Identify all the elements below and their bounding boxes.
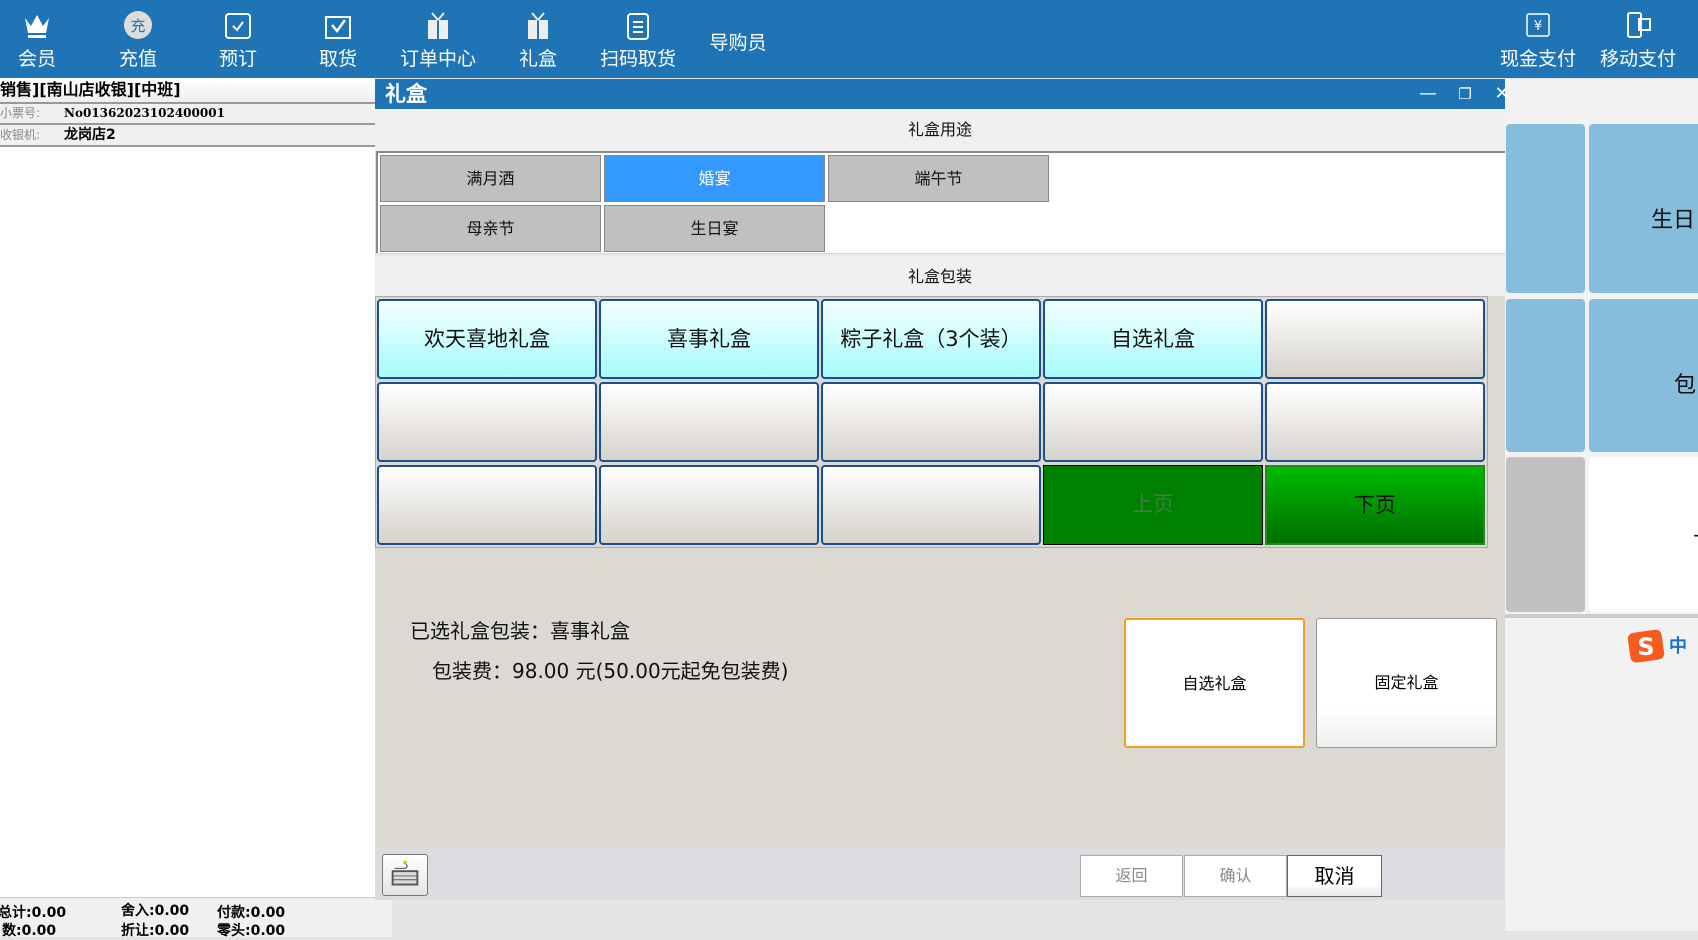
purpose-panel: 满月酒 婚宴 端午节 母亲节 生日宴 [376,151,1505,253]
bg-tile[interactable]: 下 [1589,457,1698,612]
toolbar-reserve[interactable]: 预订 [190,10,286,71]
gift-box-dialog: 礼盒 — ❐ ✕ 礼盒用途 满月酒 婚宴 端午节 母亲节 生日宴 礼盒包装 欢天… [375,79,1510,900]
package-button[interactable]: 自选礼盒 [1043,299,1263,379]
package-button-empty[interactable] [821,382,1041,462]
ticket-number: No01362023102400001 [64,106,225,120]
total: 总计:0.00 [0,905,67,921]
register-label: 收银机: [0,128,41,142]
cancel-button[interactable]: 取消 [1287,855,1382,897]
svg-text:充: 充 [130,17,145,35]
top-toolbar: 会员 充充值 预订 取货 订单中心 礼盒 扫码取货 导购员 ¥ 现金支付 移动支付 [0,0,1698,78]
toolbar-cash-pay[interactable]: ¥ 现金支付 [1490,10,1586,71]
bg-tile[interactable]: 生日 [1589,124,1698,293]
mobile-pay-icon [1627,12,1651,38]
next-page-button[interactable]: 下页 [1265,465,1485,545]
dialog-title: 礼盒 [375,79,1505,109]
confirm-button[interactable]: 确认 [1184,855,1287,897]
packaging-header: 礼盒包装 [375,254,1505,296]
rounding: 舍入:0.00 [121,903,190,919]
toolbar-mobile-pay[interactable]: 移动支付 [1590,10,1686,71]
paid: 付款:0.00 [217,905,286,921]
clipboard-icon [627,13,649,40]
toolbar-gift-box[interactable]: 礼盒 [490,10,586,71]
package-button-empty[interactable] [599,382,819,462]
package-button-empty[interactable] [1043,382,1263,462]
toolbar-guide[interactable]: 导购员 [690,28,786,55]
totals-bar: 总计:0.00 舍入:0.00 付款:0.00 数:0.00 折让:0.00 零… [0,897,392,939]
bg-tile[interactable] [1506,124,1585,293]
cash-icon: ¥ [1526,13,1550,37]
selected-package-text: 已选礼盒包装：喜事礼盒 [410,619,630,643]
ime-logo-icon[interactable]: S [1627,628,1667,664]
recharge-icon: 充 [124,11,152,39]
package-button-empty[interactable] [377,382,597,462]
bg-tile[interactable] [1506,299,1585,452]
custom-box-button[interactable]: 自选礼盒 [1124,618,1305,748]
purpose-button[interactable]: 生日宴 [604,205,825,252]
svg-text:S: S [1637,633,1654,661]
purpose-button[interactable]: 母亲节 [380,205,601,252]
packaging-grid: 欢天喜地礼盒 喜事礼盒 粽子礼盒（3个装） 自选礼盒 上页 下页 [375,296,1488,548]
package-button-empty[interactable] [1265,382,1485,462]
ticket-label: 小票号: [0,106,41,120]
keyboard-icon [391,860,419,886]
svg-text:¥: ¥ [1534,19,1542,34]
package-button[interactable]: 喜事礼盒 [599,299,819,379]
package-button[interactable]: 欢天喜地礼盒 [377,299,597,379]
register-value: 龙岗店2 [64,127,116,143]
purpose-button[interactable]: 满月酒 [380,155,601,202]
bg-tile[interactable]: 包 [1589,299,1698,452]
gift-icon [428,12,448,39]
toolbar-member[interactable]: 会员 [0,10,85,71]
purpose-button-selected[interactable]: 婚宴 [604,155,825,202]
package-button-empty[interactable] [821,465,1041,545]
minimize-icon[interactable]: — [1413,79,1443,109]
purpose-header: 礼盒用途 [375,109,1505,151]
package-button-empty[interactable] [377,465,597,545]
toolbar-recharge[interactable]: 充充值 [90,10,186,71]
keyboard-button[interactable] [382,854,428,896]
close-icon[interactable]: ✕ [1487,79,1517,109]
gift-icon [528,12,548,39]
crown-icon [25,15,49,38]
package-fee-text: 包装费：98.00 元(50.00元起免包装费) [432,659,789,683]
toolbar-pickup[interactable]: 取货 [290,10,386,71]
back-button[interactable]: 返回 [1080,855,1183,897]
calendar-check-icon [225,13,251,39]
toolbar-scan-pickup[interactable]: 扫码取货 [590,10,686,71]
change: 零头:0.00 [217,923,286,939]
divider [1505,614,1698,618]
toolbar-order-center[interactable]: 订单中心 [390,10,486,71]
discount: 折让:0.00 [121,923,190,939]
bg-tile[interactable] [1506,457,1585,612]
package-button-empty[interactable] [1265,299,1485,379]
package-button-empty[interactable] [599,465,819,545]
sales-panel: 销售][南山店收银][中班] 小票号: No01362023102400001 收… [0,78,392,939]
bag-check-icon [325,16,351,39]
background-panel: 生日 包 下 S 中 [1505,79,1698,931]
package-button[interactable]: 粽子礼盒（3个装） [821,299,1041,379]
fixed-box-button[interactable]: 固定礼盒 [1316,618,1497,748]
prev-page-button[interactable]: 上页 [1043,465,1263,545]
ime-mode[interactable]: 中 [1669,632,1687,658]
restore-icon[interactable]: ❐ [1450,79,1480,109]
purpose-button[interactable]: 端午节 [828,155,1049,202]
sales-header: 销售][南山店收银][中班] [0,78,375,104]
count: 数:0.00 [2,923,57,939]
